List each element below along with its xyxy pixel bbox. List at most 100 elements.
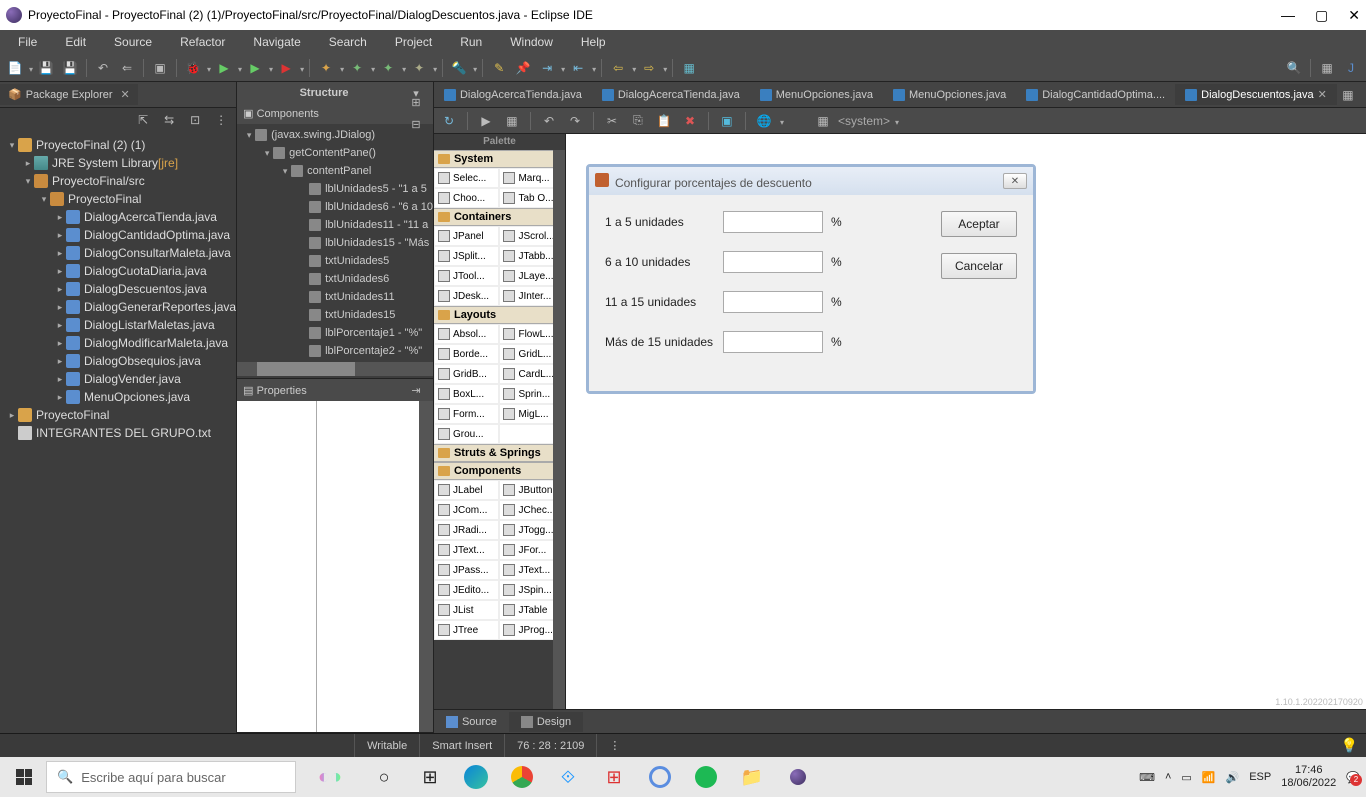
tree-row[interactable]: ▸DialogConsultarMaleta.java (0, 244, 236, 262)
copy-icon[interactable]: ⎘ (627, 110, 649, 132)
layout-icon[interactable]: ▦ (501, 110, 523, 132)
tree-row[interactable]: ▸DialogObsequios.java (0, 352, 236, 370)
open-type-icon[interactable]: ✦ (408, 57, 430, 79)
editor-tab[interactable]: DialogDescuentos.java ✕ (1175, 84, 1337, 105)
ext-tools-icon[interactable]: ▶ (275, 57, 297, 79)
expand-icon[interactable]: ⊞ (405, 91, 427, 113)
design-canvas[interactable]: Configurar porcentajes de descuento ✕ 1 … (566, 134, 1366, 709)
component-row[interactable]: lblPorcentaje2 - "%" (237, 342, 433, 360)
delete-icon[interactable]: ✖ (679, 110, 701, 132)
explorer-icon[interactable]: 📁 (732, 761, 772, 793)
taskview-icon[interactable]: ⊞ (410, 761, 450, 793)
spotify-icon[interactable] (686, 761, 726, 793)
component-row[interactable]: lblPorcentaje1 - "%" (237, 324, 433, 342)
row-input[interactable] (723, 291, 823, 313)
tree-row[interactable]: INTEGRANTES DEL GRUPO.txt (0, 424, 236, 442)
close-icon[interactable]: ✕ (121, 88, 130, 101)
tree-row[interactable]: ▾ProyectoFinal (0, 190, 236, 208)
view-menu-icon[interactable]: ⋮ (210, 109, 232, 131)
editor-tab[interactable]: DialogAcercaTienda.java (592, 85, 750, 105)
link-icon[interactable]: ⇆ (158, 109, 180, 131)
new-class-icon[interactable]: ✦ (346, 57, 368, 79)
tip-icon[interactable]: 💡 (1341, 737, 1366, 754)
undo2-icon[interactable]: ↶ (538, 110, 560, 132)
component-row[interactable]: txtUnidades5 (237, 252, 433, 270)
test-icon[interactable]: ▶ (475, 110, 497, 132)
menu-run[interactable]: Run (446, 31, 496, 53)
fwd-nav-icon[interactable]: ⇨ (638, 57, 660, 79)
run-icon[interactable]: ▶ (213, 57, 235, 79)
tree-row[interactable]: ▸JRE System Library [jre] (0, 154, 236, 172)
component-row[interactable]: ▾getContentPane() (237, 144, 433, 162)
tree-row[interactable]: ▸DialogListarMaletas.java (0, 316, 236, 334)
palette-item[interactable]: Choo... (434, 188, 500, 208)
menu-navigate[interactable]: Navigate (239, 31, 314, 53)
coverage-icon[interactable]: ▶ (244, 57, 266, 79)
palette-item[interactable]: Borde... (434, 344, 500, 364)
package-explorer-tab[interactable]: 📦 Package Explorer ✕ (0, 84, 138, 105)
tray-notifications-icon[interactable]: 💬 (1346, 771, 1360, 784)
search-input[interactable]: 🔍 Escribe aquí para buscar (46, 761, 296, 793)
palette-item[interactable]: JText... (434, 540, 500, 560)
preview-icon[interactable]: ▣ (716, 110, 738, 132)
new-pkg-icon[interactable]: ✦ (315, 57, 337, 79)
new-type-icon[interactable]: ✦ (377, 57, 399, 79)
palette-group-containers[interactable]: Containers (434, 208, 565, 226)
tree-row[interactable]: ▸DialogGenerarReportes.java (0, 298, 236, 316)
debug-icon[interactable]: 🐞 (182, 57, 204, 79)
menu-edit[interactable]: Edit (51, 31, 100, 53)
editor-tab[interactable]: MenuOpciones.java (883, 85, 1016, 105)
component-row[interactable]: lblUnidades6 - "6 a 10 (237, 198, 433, 216)
step-icon[interactable]: ⇥ (536, 57, 558, 79)
tree-row[interactable]: ▸MenuOpciones.java (0, 388, 236, 406)
dialog-close-icon[interactable]: ✕ (1003, 173, 1027, 189)
collapse-icon[interactable]: ⇱ (132, 109, 154, 131)
component-row[interactable]: lblUnidades5 - "1 a 5 (237, 180, 433, 198)
component-row[interactable]: txtUnidades15 (237, 306, 433, 324)
component-row[interactable]: txtUnidades6 (237, 270, 433, 288)
terminal-icon[interactable]: ▣ (149, 57, 171, 79)
palette-item[interactable]: Absol... (434, 324, 500, 344)
tree-row[interactable]: ▸ProyectoFinal (0, 406, 236, 424)
system-laf-icon[interactable]: ▦ (812, 110, 834, 132)
edge-icon[interactable] (456, 761, 496, 793)
tree-row[interactable]: ▸DialogAcercaTienda.java (0, 208, 236, 226)
step2-icon[interactable]: ⇤ (567, 57, 589, 79)
save-all-icon[interactable]: 💾 (59, 57, 81, 79)
palette-group-struts-springs[interactable]: Struts & Springs (434, 444, 565, 462)
menu-refactor[interactable]: Refactor (166, 31, 239, 53)
back-icon[interactable]: ⇐ (116, 57, 138, 79)
component-row[interactable]: ▾contentPanel (237, 162, 433, 180)
menu-source[interactable]: Source (100, 31, 166, 53)
search-icon[interactable]: 🔍 (1283, 57, 1305, 79)
search-dlg-icon[interactable]: 🔦 (448, 57, 470, 79)
tree-row[interactable]: ▸DialogCantidadOptima.java (0, 226, 236, 244)
design-tab[interactable]: Design (509, 712, 583, 732)
toggle-mark-icon[interactable]: ✎ (488, 57, 510, 79)
tray-battery-icon[interactable]: ▭ (1181, 771, 1191, 784)
chrome-icon[interactable] (502, 761, 542, 793)
tree-row[interactable]: ▾ProyectoFinal (2) (1) (0, 136, 236, 154)
app2-icon[interactable] (640, 761, 680, 793)
tree-row[interactable]: ▸DialogModificarMaleta.java (0, 334, 236, 352)
globe-icon[interactable]: 🌐 (753, 110, 775, 132)
palette-item[interactable]: JLabel (434, 480, 500, 500)
row-input[interactable] (723, 211, 823, 233)
editor-tab[interactable]: DialogAcercaTienda.java (434, 85, 592, 105)
palette-item[interactable]: GridB... (434, 364, 500, 384)
components-h-scrollbar[interactable] (237, 362, 433, 376)
palette-item[interactable]: JTree (434, 620, 500, 640)
tray-wifi-icon[interactable]: 📶 (1202, 771, 1216, 784)
palette-item[interactable]: JSplit... (434, 246, 500, 266)
menu-window[interactable]: Window (496, 31, 567, 53)
component-tree[interactable]: ▾(javax.swing.JDialog)▾getContentPane()▾… (237, 124, 433, 378)
save-icon[interactable]: 💾 (35, 57, 57, 79)
back-nav-icon[interactable]: ⇦ (607, 57, 629, 79)
palette-scrollbar[interactable] (553, 150, 565, 709)
palette-item[interactable]: JTool... (434, 266, 500, 286)
close-icon[interactable]: ✕ (1318, 88, 1327, 101)
tray-keyboard-icon[interactable]: ⌨ (1139, 771, 1155, 784)
palette-item[interactable]: Grou... (434, 424, 500, 444)
tree-row[interactable]: ▸DialogDescuentos.java (0, 280, 236, 298)
refresh-icon[interactable]: ↻ (438, 110, 460, 132)
